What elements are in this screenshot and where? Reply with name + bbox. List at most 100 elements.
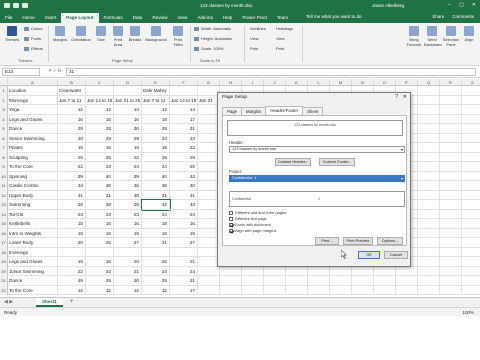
tab-view[interactable]: View bbox=[172, 13, 192, 23]
sheet-tab-sheet1[interactable]: Sheet1 bbox=[36, 298, 63, 307]
table-cell[interactable] bbox=[418, 124, 440, 134]
table-cell[interactable]: 22 bbox=[58, 266, 86, 276]
table-cell[interactable] bbox=[242, 276, 264, 286]
table-cell[interactable]: 43 bbox=[170, 171, 198, 181]
table-cell[interactable]: 31 bbox=[142, 190, 170, 200]
table-cell[interactable]: Evenings bbox=[8, 247, 58, 257]
table-cell[interactable]: Dale Mabry bbox=[142, 86, 170, 96]
tab-power-pivot[interactable]: Power Pivot bbox=[237, 13, 272, 23]
table-cell[interactable] bbox=[462, 286, 480, 295]
row-header[interactable]: 10 bbox=[0, 171, 8, 181]
table-cell[interactable] bbox=[142, 247, 170, 257]
row-header[interactable]: 8 bbox=[0, 152, 8, 162]
table-cell[interactable] bbox=[418, 105, 440, 115]
table-cell[interactable]: 30 bbox=[114, 124, 142, 134]
table-cell[interactable]: 23 bbox=[58, 209, 86, 219]
table-cell[interactable]: 21 bbox=[114, 266, 142, 276]
table-cell[interactable] bbox=[462, 153, 480, 162]
tab-header-footer[interactable]: Header/Footer bbox=[265, 106, 304, 115]
table-cell[interactable]: Jan 7 to 11 bbox=[142, 95, 170, 105]
bring-forward-button[interactable]: Bring Forward bbox=[406, 26, 422, 47]
maximize-icon[interactable]: ▢ bbox=[459, 2, 464, 8]
column-header[interactable]: G bbox=[198, 79, 220, 86]
comments-button[interactable]: Comments bbox=[452, 14, 474, 19]
table-cell[interactable]: 31 bbox=[170, 190, 198, 200]
table-cell[interactable]: 27 bbox=[114, 238, 142, 248]
gridlines-view-checkbox[interactable]: View bbox=[250, 36, 259, 41]
table-cell[interactable] bbox=[440, 124, 462, 134]
table-cell[interactable] bbox=[264, 285, 286, 295]
scale-percent[interactable]: Scale: 100% bbox=[194, 46, 223, 51]
table-cell[interactable] bbox=[418, 257, 440, 267]
align-button[interactable]: Align bbox=[462, 26, 476, 42]
column-header[interactable]: N bbox=[352, 79, 374, 86]
column-header[interactable]: B bbox=[58, 79, 86, 86]
table-cell[interactable] bbox=[418, 86, 440, 96]
table-cell[interactable] bbox=[418, 95, 440, 105]
table-cell[interactable]: 25 bbox=[170, 162, 198, 172]
table-cell[interactable]: 35 bbox=[114, 200, 142, 210]
row-header[interactable]: 18 bbox=[0, 247, 8, 257]
table-cell[interactable] bbox=[462, 162, 480, 172]
table-cell[interactable] bbox=[462, 134, 480, 143]
row-header[interactable]: 9 bbox=[0, 162, 8, 172]
custom-header-button[interactable]: Custom Header... bbox=[275, 158, 311, 166]
table-cell[interactable]: 38 bbox=[142, 181, 170, 191]
background-button[interactable]: Background bbox=[144, 26, 168, 42]
table-cell[interactable]: 40 bbox=[170, 181, 198, 191]
table-cell[interactable] bbox=[308, 276, 330, 286]
table-cell[interactable]: Sculpting bbox=[8, 152, 58, 162]
column-header[interactable]: K bbox=[286, 79, 308, 86]
table-cell[interactable]: 25 bbox=[86, 152, 114, 162]
print-area-button[interactable]: Print Area bbox=[110, 26, 126, 47]
table-cell[interactable]: 36 bbox=[86, 181, 114, 191]
undo-icon[interactable] bbox=[13, 3, 19, 8]
theme-effects-button[interactable]: Effects bbox=[24, 46, 43, 51]
table-cell[interactable]: 23 bbox=[114, 209, 142, 219]
checkbox-scale-with-document[interactable]: Scale with document bbox=[229, 222, 271, 227]
table-cell[interactable] bbox=[440, 247, 462, 257]
table-cell[interactable]: 31 bbox=[86, 190, 114, 200]
row-header[interactable]: 7 bbox=[0, 143, 8, 153]
table-cell[interactable] bbox=[418, 162, 440, 172]
column-header[interactable]: M bbox=[330, 79, 352, 86]
row-header[interactable]: 6 bbox=[0, 133, 8, 143]
user-name[interactable]: Jason Allenberg bbox=[372, 3, 404, 8]
table-cell[interactable] bbox=[264, 266, 286, 276]
table-cell[interactable]: 34 bbox=[142, 133, 170, 143]
row-header[interactable]: 17 bbox=[0, 238, 8, 248]
table-cell[interactable]: 29 bbox=[114, 133, 142, 143]
formula-input[interactable]: 31 bbox=[66, 68, 476, 76]
table-cell[interactable] bbox=[418, 285, 440, 295]
table-cell[interactable]: Dance bbox=[8, 276, 58, 286]
table-cell[interactable] bbox=[170, 86, 198, 96]
table-cell[interactable]: 40 bbox=[86, 171, 114, 181]
themes-button[interactable]: Themes bbox=[3, 26, 21, 42]
table-cell[interactable] bbox=[440, 143, 462, 153]
row-header[interactable]: 22 bbox=[0, 285, 8, 295]
options-button[interactable]: Options... bbox=[377, 237, 403, 245]
row-header[interactable]: 1 bbox=[0, 86, 8, 96]
row-header[interactable]: 21 bbox=[0, 276, 8, 286]
table-cell[interactable] bbox=[220, 276, 242, 286]
table-cell[interactable] bbox=[462, 96, 480, 105]
table-cell[interactable] bbox=[198, 285, 220, 295]
table-cell[interactable]: 18 bbox=[142, 114, 170, 124]
table-cell[interactable]: 48 bbox=[58, 276, 86, 286]
table-cell[interactable] bbox=[462, 115, 480, 124]
table-cell[interactable] bbox=[330, 266, 352, 276]
table-cell[interactable]: 16 bbox=[170, 219, 198, 229]
table-cell[interactable]: Pilates bbox=[8, 143, 58, 153]
table-cell[interactable]: Yoga bbox=[8, 105, 58, 115]
table-cell[interactable]: 18 bbox=[86, 228, 114, 238]
table-cell[interactable] bbox=[462, 267, 480, 276]
table-cell[interactable] bbox=[462, 191, 480, 200]
table-cell[interactable]: 31 bbox=[170, 124, 198, 134]
table-cell[interactable] bbox=[286, 276, 308, 286]
table-cell[interactable]: 39 bbox=[114, 171, 142, 181]
table-cell[interactable] bbox=[462, 257, 480, 267]
table-cell[interactable] bbox=[440, 257, 462, 267]
table-cell[interactable]: 24 bbox=[170, 266, 198, 276]
table-cell[interactable] bbox=[440, 228, 462, 238]
table-cell[interactable]: 23 bbox=[86, 162, 114, 172]
